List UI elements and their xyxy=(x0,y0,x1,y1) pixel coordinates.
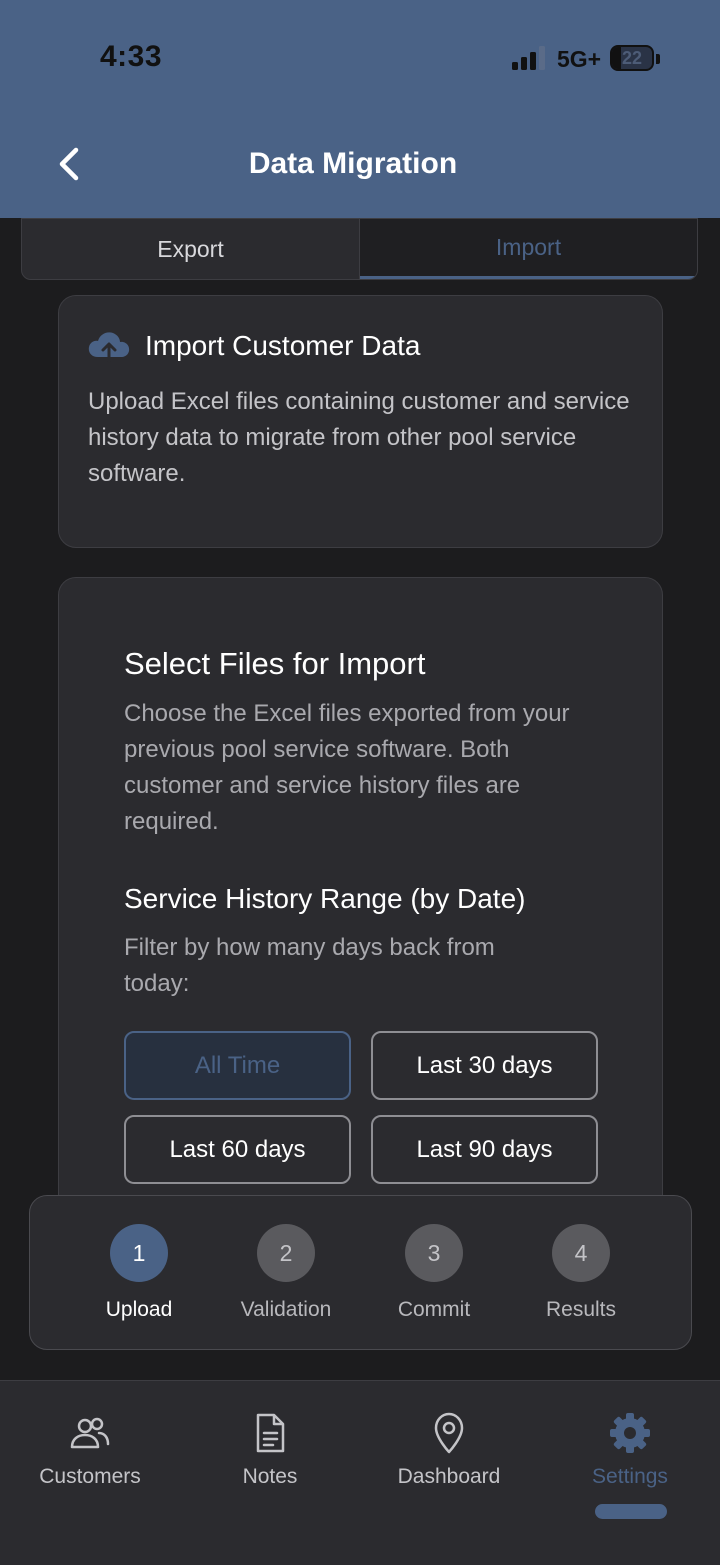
step-number: 2 xyxy=(257,1224,315,1282)
range-option-all-time[interactable]: All Time xyxy=(124,1031,351,1100)
select-files-card: Select Files for Import Choose the Excel… xyxy=(58,577,663,1297)
import-card-description: Upload Excel files containing customer a… xyxy=(88,388,630,487)
document-icon xyxy=(256,1413,285,1453)
tab-settings[interactable]: Settings xyxy=(550,1411,710,1489)
range-option-90-days[interactable]: Last 90 days xyxy=(371,1115,598,1184)
tab-label: Dashboard xyxy=(397,1465,501,1488)
step-upload: 1 Upload xyxy=(74,1224,204,1322)
progress-stepper: 1 Upload 2 Validation 3 Commit 4 Results xyxy=(29,1195,692,1350)
range-option-30-days[interactable]: Last 30 days xyxy=(371,1031,598,1100)
step-validation: 2 Validation xyxy=(221,1224,351,1322)
segmented-tabs: Export Import xyxy=(21,218,698,280)
battery-level: 22 xyxy=(621,47,643,68)
tab-notes[interactable]: Notes xyxy=(190,1411,350,1489)
tab-label: Customers xyxy=(39,1465,141,1488)
active-tab-indicator xyxy=(595,1504,667,1519)
step-number: 4 xyxy=(552,1224,610,1282)
battery-icon: 22 xyxy=(610,45,654,71)
select-files-title: Select Files for Import xyxy=(124,646,426,681)
range-option-60-days[interactable]: Last 60 days xyxy=(124,1115,351,1184)
header: 4:33 5G+ 22 Data Migration xyxy=(0,0,720,218)
step-label: Results xyxy=(545,1298,617,1321)
import-info-card: Import Customer Data Upload Excel files … xyxy=(58,295,663,548)
import-card-title: Import Customer Data xyxy=(145,330,421,361)
users-icon xyxy=(70,1417,110,1449)
step-commit: 3 Commit xyxy=(369,1224,499,1322)
step-label: Upload xyxy=(105,1298,173,1321)
step-label: Validation xyxy=(240,1298,332,1321)
tab-import[interactable]: Import xyxy=(360,219,697,279)
step-number: 3 xyxy=(405,1224,463,1282)
step-results: 4 Results xyxy=(516,1224,646,1322)
tab-customers[interactable]: Customers xyxy=(10,1411,170,1489)
tab-dashboard[interactable]: Dashboard xyxy=(369,1411,529,1489)
network-type: 5G+ xyxy=(557,46,602,72)
range-title: Service History Range (by Date) xyxy=(124,883,526,914)
bottom-tab-bar: Customers Notes Dashboard Settings xyxy=(0,1380,720,1565)
step-number: 1 xyxy=(110,1224,168,1282)
status-time: 4:33 xyxy=(100,40,163,73)
cloud-upload-icon xyxy=(88,332,130,363)
tab-export[interactable]: Export xyxy=(22,219,360,279)
battery-tip xyxy=(656,54,660,64)
page-title: Data Migration xyxy=(248,147,458,180)
gear-icon xyxy=(610,1413,650,1453)
select-files-description: Choose the Excel files exported from you… xyxy=(124,700,570,835)
tab-label: Settings xyxy=(592,1465,668,1488)
tab-label: Notes xyxy=(242,1465,298,1488)
signal-icon xyxy=(512,46,545,70)
step-label: Commit xyxy=(397,1298,471,1321)
map-pin-icon xyxy=(434,1412,464,1454)
range-description: Filter by how many days back from today: xyxy=(124,934,495,997)
